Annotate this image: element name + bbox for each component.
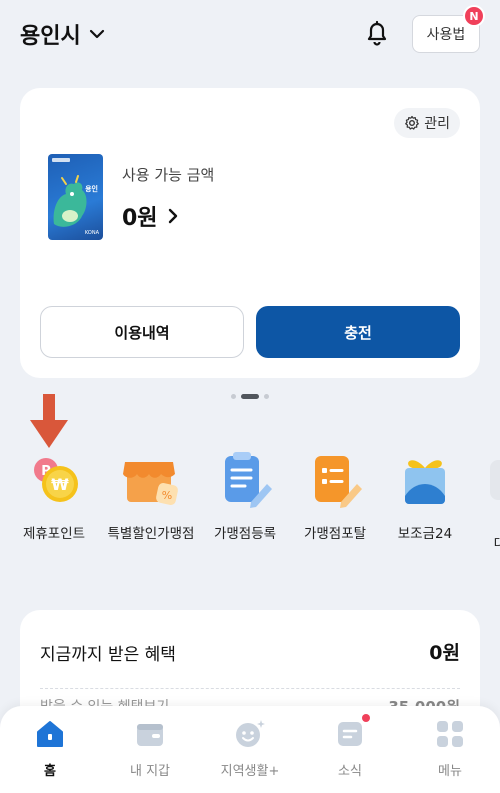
- carousel-indicator: [0, 394, 500, 399]
- tab-news[interactable]: 소식: [300, 714, 400, 779]
- service-label: 제휴포인트: [22, 526, 86, 542]
- tab-home[interactable]: 홈: [0, 718, 100, 779]
- chevron-right-icon: [168, 208, 177, 224]
- home-icon: [34, 718, 66, 750]
- manage-label: 관리: [424, 116, 450, 132]
- store-register-icon: [215, 450, 275, 510]
- balance-label: 사용 가능 금액: [122, 166, 215, 184]
- news-notification-dot: [362, 714, 370, 722]
- bell-icon[interactable]: [362, 18, 392, 48]
- more-icon: [490, 460, 500, 520]
- card-brand: KONA: [84, 230, 99, 236]
- discount-store-icon: %: [121, 450, 181, 510]
- service-store-register[interactable]: 가맹점등록: [200, 450, 290, 542]
- subsidy24-icon: [395, 450, 455, 510]
- balance-display[interactable]: 0원: [122, 200, 180, 232]
- service-shortcuts: P ₩ 제휴포인트 % 특별할인가맹점 가맹점등록 가맹점포탈 보조금24 대: [0, 450, 500, 552]
- carousel-dot-active: [241, 394, 259, 399]
- wallet-icon: [134, 718, 166, 750]
- service-more[interactable]: 대: [480, 450, 500, 552]
- svg-text:₩: ₩: [51, 475, 69, 494]
- menu-grid-icon: [434, 718, 466, 750]
- service-label: 가맹점포탈: [303, 526, 367, 542]
- down-arrow-annotation-icon: [30, 394, 68, 448]
- tab-label: 내 지갑: [129, 764, 170, 779]
- charge-button[interactable]: 충전: [256, 306, 460, 358]
- service-discount-store[interactable]: % 특별할인가맹점: [96, 450, 206, 542]
- tab-label: 홈: [44, 764, 56, 779]
- service-label: 특별할인가맹점: [107, 526, 195, 542]
- news-icon: [334, 714, 370, 750]
- service-subsidy24[interactable]: 보조금24: [380, 450, 470, 542]
- bottom-tab-bar: 홈 내 지갑 지역생활+ 소식 메뉴: [0, 706, 500, 793]
- tab-label: 지역생활+: [220, 764, 280, 779]
- local-life-icon: [234, 718, 266, 750]
- region-name: 용인시: [20, 24, 81, 49]
- service-store-portal[interactable]: 가맹점포탈: [290, 450, 380, 542]
- new-badge: N: [463, 5, 485, 27]
- benefit-label: 지금까지 받은 혜택: [40, 645, 176, 665]
- chevron-down-icon: [89, 29, 104, 39]
- region-selector[interactable]: 용인시: [20, 18, 105, 50]
- balance-value: 0원: [122, 206, 158, 231]
- tab-wallet[interactable]: 내 지갑: [100, 718, 200, 779]
- dragon-mascot-icon: [53, 175, 87, 227]
- carousel-dot: [264, 394, 269, 399]
- carousel-dot: [231, 394, 236, 399]
- store-portal-icon: [305, 450, 365, 510]
- tab-menu[interactable]: 메뉴: [400, 718, 500, 779]
- service-label: 보조금24: [397, 526, 453, 542]
- balance-card: 관리 용인 KONA 사용 가능 금액 0원 이용내역 충전: [20, 88, 480, 378]
- divider: [40, 688, 460, 689]
- card-text: 용인: [85, 185, 98, 193]
- app-header: 용인시 사용법 N: [0, 0, 500, 72]
- service-partner-points[interactable]: P ₩ 제휴포인트: [12, 450, 96, 542]
- tab-local-life[interactable]: 지역생활+: [200, 718, 300, 779]
- service-label: 가맹점등록: [213, 526, 277, 542]
- history-button[interactable]: 이용내역: [40, 306, 244, 358]
- svg-text:%: %: [162, 489, 172, 502]
- benefit-value: 0원: [429, 642, 460, 664]
- tab-label: 메뉴: [438, 764, 462, 779]
- service-label: 대: [493, 536, 500, 552]
- tab-label: 소식: [338, 764, 362, 779]
- partner-points-icon: P ₩: [24, 450, 84, 510]
- gear-icon: [405, 115, 420, 130]
- local-currency-card-image[interactable]: 용인 KONA: [48, 154, 103, 240]
- manage-button[interactable]: 관리: [394, 108, 460, 138]
